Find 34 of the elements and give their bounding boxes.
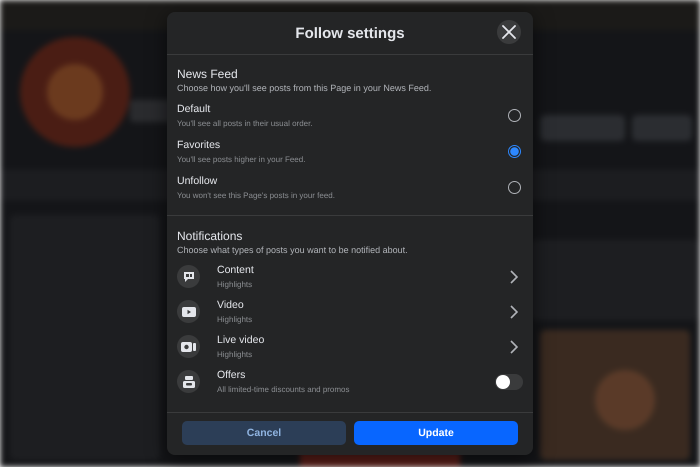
chevron-right-icon[interactable] xyxy=(510,304,518,318)
dialog-title: Follow settings xyxy=(295,24,405,42)
option-description: You won't see this Page's posts in your feed. xyxy=(177,190,336,200)
close-icon xyxy=(502,25,516,39)
video-camera-icon xyxy=(181,340,196,352)
play-icon xyxy=(182,306,196,318)
cancel-button[interactable]: Cancel xyxy=(182,421,346,445)
toggle-switch[interactable] xyxy=(495,374,523,390)
option-label: Default xyxy=(177,102,212,114)
notification-label: Offers xyxy=(217,369,246,381)
notification-label: Live video xyxy=(217,334,266,346)
chevron-right-icon[interactable] xyxy=(510,270,518,284)
option-label: Unfollow xyxy=(177,174,218,186)
option-description: You'll see posts higher in your Feed. xyxy=(177,154,306,164)
section-description: Choose what types of posts you want to be notified about. xyxy=(177,245,409,255)
notification-description: Highlights xyxy=(217,315,254,324)
close-button[interactable] xyxy=(497,20,521,44)
option-label: Favorites xyxy=(177,138,222,150)
radio-button[interactable] xyxy=(508,144,521,158)
chevron-right-icon[interactable] xyxy=(510,340,518,354)
section-description: Choose how you'll see posts from this Page in your News Feed. xyxy=(177,83,432,93)
radio-button[interactable] xyxy=(508,108,521,122)
notification-description: Highlights xyxy=(217,350,254,359)
radio-button[interactable] xyxy=(508,180,521,194)
ticket-icon xyxy=(182,374,196,388)
update-button[interactable]: Update xyxy=(354,421,518,445)
section-heading: News Feed xyxy=(177,67,239,81)
notification-description: All limited-time discounts and promos xyxy=(217,385,350,394)
notification-label: Content xyxy=(217,264,255,276)
option-description: You'll see all posts in their usual order. xyxy=(177,118,314,128)
notification-label: Video xyxy=(217,299,245,311)
section-heading: Notifications xyxy=(177,229,244,243)
notification-description: Highlights xyxy=(217,280,254,289)
speech-bubble-icon xyxy=(182,270,196,284)
